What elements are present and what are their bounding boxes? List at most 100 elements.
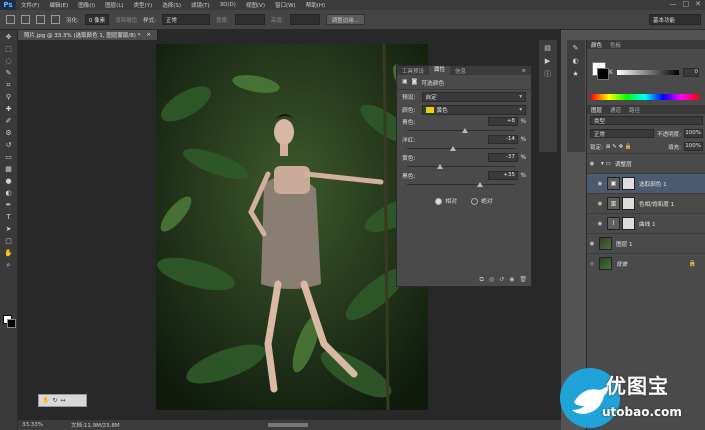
adjustments-icon[interactable]: ◐ [571,57,580,66]
cyan-thumb[interactable] [462,128,469,133]
lock-icons[interactable]: ⊠ ✎ ✥ 🔒 [606,144,632,150]
workspace-select[interactable]: 基本功能 [649,14,701,25]
hand-icon[interactable]: ✋ [4,249,13,258]
history-brush-icon[interactable]: ↺ [4,141,13,150]
eraser-icon[interactable]: ▭ [4,153,13,162]
color-spectrum[interactable] [591,94,699,100]
k-slider[interactable] [616,70,679,75]
close-tab-icon[interactable]: × [146,32,151,38]
move-tool-icon[interactable]: ✥ [4,33,13,42]
black-input[interactable]: +35 [488,171,518,180]
quick-select-icon[interactable]: ✎ [4,69,13,78]
layer-curves[interactable]: ◉ ⌇ 曲线 1 [587,213,705,233]
yellow-thumb[interactable] [437,164,444,169]
close-button[interactable]: ✕ [695,0,701,8]
mask-thumb[interactable] [622,197,635,210]
menu-filter[interactable]: 滤镜(T) [186,1,215,9]
type-tool-icon[interactable]: T [4,213,13,222]
eye-icon[interactable]: ◉ [595,181,605,187]
gradient-icon[interactable]: ▦ [4,165,13,174]
trash-icon[interactable]: 🗑 [519,276,527,284]
menu-view[interactable]: 视图(V) [241,1,270,9]
cyan-slider[interactable] [407,127,515,134]
menu-layer[interactable]: 图层(L) [100,1,128,9]
path-select-icon[interactable]: ➤ [4,225,13,234]
layer-hue-saturation[interactable]: ◉ ▥ 色相/饱和度 1 [587,193,705,213]
style-select[interactable]: 正常 [161,14,210,25]
document-tab[interactable]: 照片.jpg @ 33.3% (选取颜色 1, 图层蒙版/8) * × [18,30,158,40]
mask-thumb[interactable] [622,217,635,230]
marquee-icon[interactable]: ⬚ [4,45,13,54]
menu-3d[interactable]: 3D(D) [215,2,241,8]
lasso-icon[interactable]: ◌ [4,57,13,66]
healing-brush-icon[interactable]: ✚ [4,105,13,114]
tab-swatches[interactable]: 色板 [606,41,625,49]
width-input[interactable] [234,14,265,25]
magenta-thumb[interactable] [450,146,457,151]
photo-canvas[interactable] [156,44,428,410]
menu-select[interactable]: 选择(S) [157,1,186,9]
layer-background[interactable]: ◉ 背景 🔒 [587,253,705,273]
layer-selective-color[interactable]: ◉ ▣ 选取颜色 1 [587,173,705,193]
rotate-icon[interactable]: ↻ [52,397,57,404]
cyan-input[interactable]: +8 [488,117,518,126]
add-selection-icon[interactable] [36,15,45,24]
eye-icon[interactable]: ◉ [587,161,597,167]
tab-tool-presets[interactable]: 工具预设 [397,67,429,75]
zoom-level[interactable]: 33.33% [18,422,47,428]
background-chip[interactable] [597,68,609,80]
eye-icon[interactable]: ◉ [587,241,597,247]
eye-icon[interactable]: ◉ [595,221,605,227]
menu-file[interactable]: 文件(F) [16,1,44,9]
yellow-slider[interactable] [407,163,515,170]
opacity-input[interactable]: 100% [684,129,703,138]
magenta-slider[interactable] [407,145,515,152]
arrows-icon[interactable]: ↔ [61,397,66,404]
menu-edit[interactable]: 编辑(E) [44,1,73,9]
crop-icon[interactable]: ⌗ [4,81,13,90]
menu-window[interactable]: 窗口(W) [270,1,301,9]
magenta-input[interactable]: -14 [488,135,518,144]
horizontal-scrollbar[interactable] [268,423,308,427]
panel-menu-icon[interactable]: ≡ [516,68,531,74]
antialias-checkbox[interactable]: 消除锯齿 [115,16,137,24]
visibility-icon[interactable]: ◉ [509,276,514,284]
layer-image-1[interactable]: ◉ 图层 1 [587,233,705,253]
fill-input[interactable]: 100% [684,142,703,151]
minimize-button[interactable]: — [670,0,677,8]
layer-kind-select[interactable]: 类型 [590,116,703,125]
tab-layers[interactable]: 图层 [587,106,606,114]
tab-properties[interactable]: 属性 [429,66,451,75]
black-thumb[interactable] [477,182,484,187]
eyedropper-icon[interactable]: ⚲ [4,93,13,102]
eye-icon[interactable]: ◉ [587,261,597,267]
layer-group[interactable]: ◉ ▾ ▭ 调整层 [587,153,705,173]
hand-mini-icon[interactable]: ✋ [42,397,49,404]
zoom-icon[interactable]: ⌕ [4,261,13,270]
brush-icon[interactable]: ✐ [4,117,13,126]
height-input[interactable] [289,14,320,25]
brush-preset-icon[interactable]: ✎ [571,44,580,53]
clip-to-layer-icon[interactable]: ⧉ [480,276,484,284]
new-selection-icon[interactable] [21,15,30,24]
menu-help[interactable]: 帮助(H) [301,1,330,9]
mask-thumb[interactable] [622,177,635,190]
tab-color[interactable]: 颜色 [587,41,606,49]
tab-info[interactable]: 信息 [450,67,471,75]
preset-select[interactable]: 自定 [421,91,526,102]
styles-icon[interactable]: ★ [571,70,580,79]
clone-stamp-icon[interactable]: ⚙ [4,129,13,138]
maximize-button[interactable]: □ [683,0,690,8]
view-previous-icon[interactable]: ◎ [489,276,494,284]
relative-radio[interactable]: 相对 [435,196,457,205]
menu-type[interactable]: 类型(Y) [129,1,158,9]
feather-input[interactable]: 0 像素 [84,14,110,25]
mask-icon[interactable]: ◙ [411,79,417,85]
subtract-selection-icon[interactable] [51,15,60,24]
menu-image[interactable]: 图像(I) [73,1,100,9]
absolute-radio[interactable]: 绝对 [471,196,493,205]
shape-icon[interactable]: ▢ [4,237,13,246]
tab-channels[interactable]: 通道 [606,106,625,114]
black-slider[interactable] [407,181,515,188]
refine-edge-button[interactable]: 调整边缘... [325,14,365,25]
